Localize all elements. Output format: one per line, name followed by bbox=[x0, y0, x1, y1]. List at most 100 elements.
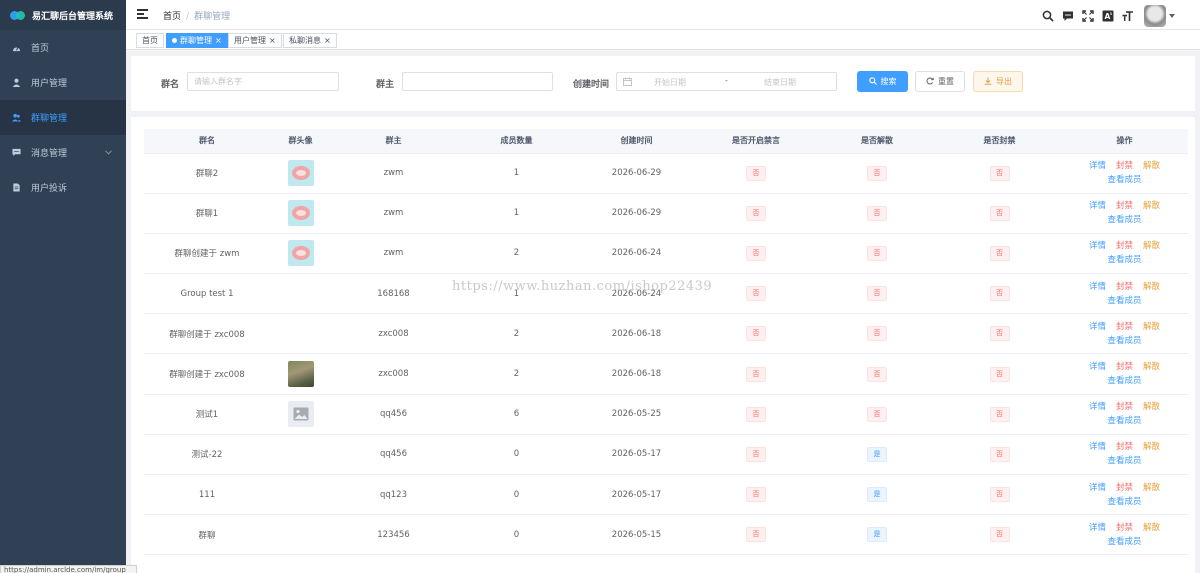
fullscreen-icon[interactable] bbox=[1081, 9, 1095, 23]
view-members-link[interactable]: 查看成员 bbox=[1107, 416, 1141, 426]
dissolved-status-tag: 否 bbox=[867, 366, 887, 382]
group-avatar-cell bbox=[270, 514, 331, 556]
group-avatar-image[interactable] bbox=[287, 160, 314, 187]
user-avatar[interactable] bbox=[1144, 5, 1166, 27]
dissolve-link[interactable]: 解散 bbox=[1143, 402, 1160, 412]
banned-status-tag: 否 bbox=[989, 446, 1010, 462]
detail-link[interactable]: 详情 bbox=[1089, 282, 1106, 292]
banned-cell: 否 bbox=[938, 233, 1061, 275]
dissolve-link[interactable]: 解散 bbox=[1143, 362, 1160, 372]
group-name-cell: 群聊2 bbox=[144, 153, 270, 194]
dissolve-link[interactable]: 解散 bbox=[1143, 201, 1160, 211]
banned-cell: 否 bbox=[938, 514, 1061, 556]
group-avatar-image[interactable] bbox=[287, 361, 314, 388]
search-icon[interactable] bbox=[1041, 9, 1055, 23]
view-members-link[interactable]: 查看成员 bbox=[1107, 537, 1141, 547]
dissolved-cell: 否 bbox=[816, 233, 938, 275]
group-avatar-image[interactable] bbox=[287, 200, 314, 227]
banned-cell: 否 bbox=[938, 273, 1061, 315]
ban-link[interactable]: 封禁 bbox=[1116, 442, 1133, 452]
end-date-input[interactable]: 结束日期 bbox=[764, 77, 796, 88]
sidebar-item-label: 用户投诉 bbox=[31, 184, 68, 194]
dissolve-link[interactable]: 解散 bbox=[1143, 483, 1160, 493]
sidebar-item-complaints[interactable]: 用户投诉 bbox=[0, 170, 126, 205]
owner-cell: qq123 bbox=[331, 474, 456, 516]
view-members-link[interactable]: 查看成员 bbox=[1107, 255, 1141, 265]
view-members-link[interactable]: 查看成员 bbox=[1107, 296, 1141, 306]
translate-icon[interactable]: Aa bbox=[1101, 9, 1115, 23]
column-header: 群主 bbox=[331, 129, 456, 154]
created-time-cell: 2026-05-17 bbox=[577, 474, 696, 516]
owner-input[interactable] bbox=[402, 72, 553, 91]
tag-users[interactable]: 用户管理 × bbox=[228, 33, 282, 48]
dissolve-link[interactable]: 解散 bbox=[1143, 523, 1160, 533]
date-range-picker[interactable]: 开始日期 - 结束日期 bbox=[616, 72, 837, 91]
sidebar-item-groups[interactable]: 群聊管理 bbox=[0, 100, 126, 135]
detail-link[interactable]: 详情 bbox=[1089, 322, 1106, 332]
group-avatar-image[interactable] bbox=[287, 240, 314, 267]
tag-groups[interactable]: 群聊管理 × bbox=[166, 33, 228, 48]
dissolve-link[interactable]: 解散 bbox=[1143, 161, 1160, 171]
detail-link[interactable]: 详情 bbox=[1089, 523, 1106, 533]
group-name-input[interactable]: 请输入群名字 bbox=[187, 72, 339, 91]
tag-home[interactable]: 首页 bbox=[136, 33, 164, 48]
dissolve-link[interactable]: 解散 bbox=[1143, 322, 1160, 332]
detail-link[interactable]: 详情 bbox=[1089, 402, 1106, 412]
ban-link[interactable]: 封禁 bbox=[1116, 161, 1133, 171]
close-icon[interactable]: × bbox=[324, 36, 331, 45]
chat-icon[interactable] bbox=[1061, 9, 1075, 23]
sidebar-item-home[interactable]: 首页 bbox=[0, 30, 126, 65]
group-table: 群名 群头像 群主 成员数量 创建时间 是否开启禁言 是否解散 是否封禁 操作 … bbox=[144, 129, 1188, 556]
ban-link[interactable]: 封禁 bbox=[1116, 402, 1133, 412]
caret-down-icon[interactable] bbox=[1169, 11, 1175, 21]
detail-link[interactable]: 详情 bbox=[1089, 442, 1106, 452]
close-icon[interactable]: × bbox=[269, 36, 276, 45]
image-placeholder-icon[interactable] bbox=[287, 401, 314, 428]
detail-link[interactable]: 详情 bbox=[1089, 241, 1106, 251]
sidebar: 易汇聊后台管理系统 首页 用户管理 群聊管理 消息管理 用户投诉 bbox=[0, 0, 126, 573]
breadcrumb-home[interactable]: 首页 bbox=[163, 12, 181, 22]
view-members-link[interactable]: 查看成员 bbox=[1107, 175, 1141, 185]
actions-cell: 详情 封禁 解散 查看成员 bbox=[1061, 514, 1188, 556]
view-members-link[interactable]: 查看成员 bbox=[1107, 497, 1141, 507]
tag-private-messages[interactable]: 私聊消息 × bbox=[283, 33, 337, 48]
close-icon[interactable]: × bbox=[215, 36, 222, 45]
ban-link[interactable]: 封禁 bbox=[1116, 483, 1133, 493]
group-name-cell: 111 bbox=[144, 474, 270, 516]
created-time-cell: 2026-06-24 bbox=[577, 233, 696, 275]
start-date-input[interactable]: 开始日期 bbox=[654, 77, 686, 88]
app-logo-bar[interactable]: 易汇聊后台管理系统 bbox=[0, 0, 126, 30]
detail-link[interactable]: 详情 bbox=[1089, 161, 1106, 171]
ban-link[interactable]: 封禁 bbox=[1116, 201, 1133, 211]
detail-link[interactable]: 详情 bbox=[1089, 201, 1106, 211]
hamburger-menu-icon[interactable] bbox=[137, 9, 148, 19]
dissolve-link[interactable]: 解散 bbox=[1143, 241, 1160, 251]
muted-cell: 否 bbox=[696, 353, 816, 395]
owner-cell: zwm bbox=[331, 233, 456, 275]
view-members-link[interactable]: 查看成员 bbox=[1107, 215, 1141, 225]
reset-button[interactable]: 重置 bbox=[915, 71, 965, 92]
column-header: 操作 bbox=[1061, 129, 1188, 154]
ban-link[interactable]: 封禁 bbox=[1116, 362, 1133, 372]
view-members-link[interactable]: 查看成员 bbox=[1107, 336, 1141, 346]
group-name-cell: 群聊创建于 zwm bbox=[144, 233, 270, 275]
muted-status-tag: 否 bbox=[746, 286, 766, 302]
muted-status-tag: 否 bbox=[746, 527, 766, 543]
font-size-icon[interactable] bbox=[1121, 9, 1135, 23]
muted-status-tag: 否 bbox=[746, 406, 766, 422]
ban-link[interactable]: 封禁 bbox=[1116, 241, 1133, 251]
search-button[interactable]: 搜索 bbox=[857, 71, 908, 92]
sidebar-item-users[interactable]: 用户管理 bbox=[0, 65, 126, 100]
ban-link[interactable]: 封禁 bbox=[1116, 322, 1133, 332]
dissolved-cell: 否 bbox=[816, 193, 938, 234]
detail-link[interactable]: 详情 bbox=[1089, 362, 1106, 372]
detail-link[interactable]: 详情 bbox=[1089, 483, 1106, 493]
view-members-link[interactable]: 查看成员 bbox=[1107, 376, 1141, 386]
sidebar-item-messages[interactable]: 消息管理 bbox=[0, 135, 126, 170]
dissolve-link[interactable]: 解散 bbox=[1143, 282, 1160, 292]
view-members-link[interactable]: 查看成员 bbox=[1107, 456, 1141, 466]
export-button[interactable]: 导出 bbox=[973, 71, 1023, 92]
ban-link[interactable]: 封禁 bbox=[1116, 523, 1133, 533]
ban-link[interactable]: 封禁 bbox=[1116, 282, 1133, 292]
dissolve-link[interactable]: 解散 bbox=[1143, 442, 1160, 452]
